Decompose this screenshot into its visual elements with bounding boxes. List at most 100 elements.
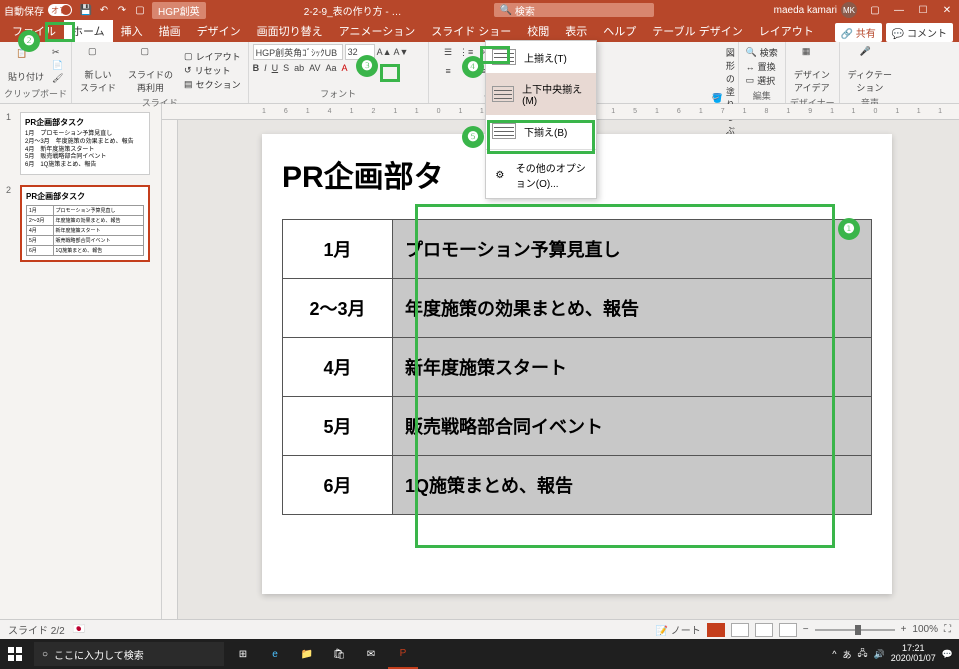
tab-animations[interactable]: アニメーション <box>331 20 424 42</box>
tab-view[interactable]: 表示 <box>557 20 595 42</box>
decrease-font-icon[interactable]: A▼ <box>394 47 409 57</box>
bullets-icon[interactable]: ☰ <box>440 44 456 60</box>
slideshow-view-icon[interactable] <box>779 623 797 637</box>
network-icon[interactable]: 🖧 <box>857 646 867 662</box>
tab-review[interactable]: 校閲 <box>519 20 557 42</box>
shadow-button[interactable]: ab <box>294 63 304 73</box>
undo-icon[interactable]: ↶ <box>98 4 110 16</box>
autosave-label: 自動保存 <box>4 3 44 18</box>
explorer-icon[interactable]: 📁 <box>292 639 322 669</box>
group-label: フォント <box>253 87 424 101</box>
reuse-slide-button[interactable]: ▢ スライドの 再利用 <box>124 44 177 96</box>
align-left-icon[interactable]: ≡ <box>440 63 456 79</box>
notifications-icon[interactable]: 💬 <box>942 649 953 660</box>
font-family-select[interactable]: HGP創英角ｺﾞｼｯｸUB <box>253 44 343 60</box>
quick-access-toolbar: 💾 ↶ ↷ ▢ <box>80 4 146 16</box>
ribbon-options-icon[interactable]: ▢ <box>867 5 883 16</box>
title-bar: 自動保存 オフ 💾 ↶ ↷ ▢ HGP創英 2-2-9_表の作り方 - … 🔍 … <box>0 0 959 20</box>
font-color-button[interactable]: A <box>341 63 347 73</box>
mic-icon: 🎤 <box>860 46 880 66</box>
start-button[interactable] <box>0 639 30 669</box>
task-view-icon[interactable]: ⊞ <box>228 639 258 669</box>
sorter-view-icon[interactable] <box>731 623 749 637</box>
avatar: MK <box>841 2 857 18</box>
slideshow-icon[interactable]: ▢ <box>134 4 146 16</box>
slide-counter[interactable]: スライド 2/2 <box>8 622 65 637</box>
tab-table-design[interactable]: テーブル デザイン <box>644 20 750 42</box>
notes-button[interactable]: 📝 ノート <box>656 622 701 637</box>
search-input[interactable]: 🔍 検索 <box>494 3 654 17</box>
paste-button[interactable]: 📋 貼り付け <box>4 46 48 85</box>
copy-icon[interactable]: 📄 <box>52 60 63 71</box>
new-slide-icon: ▢ <box>88 46 108 66</box>
callout-4 <box>480 46 510 64</box>
align-middle-item[interactable]: 上下中央揃え(M) <box>486 73 596 115</box>
file-tag[interactable]: HGP創英 <box>152 2 206 19</box>
underline-button[interactable]: U <box>272 63 279 73</box>
fit-icon[interactable]: ⛶ <box>944 624 951 635</box>
callout-5 <box>487 120 595 154</box>
design-ideas-button[interactable]: ▦デザイン アイデア <box>790 44 834 96</box>
strike-button[interactable]: S <box>283 63 289 73</box>
layout-icon: ▢ <box>184 51 193 62</box>
store-icon[interactable]: 🛍 <box>324 639 354 669</box>
spacing-button[interactable]: AV <box>309 63 320 73</box>
ruler-vertical <box>162 120 178 619</box>
section-button[interactable]: ▤セクション <box>184 78 241 91</box>
comment-button[interactable]: 💬 コメント <box>886 23 953 42</box>
minimize-icon[interactable]: — <box>891 5 907 16</box>
cut-icon[interactable]: ✂ <box>52 47 63 58</box>
tab-transitions[interactable]: 画面切り替え <box>249 20 331 42</box>
reset-button[interactable]: ↺リセット <box>184 64 241 77</box>
callout-2 <box>45 22 75 42</box>
tab-help[interactable]: ヘルプ <box>595 20 644 42</box>
share-button[interactable]: 🔗 共有 <box>835 23 882 42</box>
close-icon[interactable]: ✕ <box>939 5 955 16</box>
tab-insert[interactable]: 挿入 <box>113 20 151 42</box>
zoom-in-icon[interactable]: + <box>901 624 907 635</box>
toggle-switch[interactable]: オフ <box>48 4 72 16</box>
cortana-icon: ○ <box>42 649 48 660</box>
select-button[interactable]: ▭選択 <box>746 74 778 87</box>
powerpoint-icon[interactable]: P <box>388 639 418 669</box>
cortana-search[interactable]: ○ ここに入力して検索 <box>34 642 224 666</box>
tab-design[interactable]: デザイン <box>189 20 249 42</box>
new-slide-button[interactable]: ▢ 新しい スライド <box>76 44 120 96</box>
badge-5: ❺ <box>462 126 484 148</box>
thumbnail-2[interactable]: 2 PR企画部タスク 1月プロモーション予算見直し 2～3月年度施策の効果まとめ… <box>6 185 155 262</box>
case-button[interactable]: Aa <box>325 63 336 73</box>
redo-icon[interactable]: ↷ <box>116 4 128 16</box>
group-font: HGP創英角ｺﾞｼｯｸUB 32 A▲ A▼ B I U S ab AV Aa … <box>249 42 429 103</box>
volume-icon[interactable]: 🔊 <box>874 649 885 660</box>
normal-view-icon[interactable] <box>707 623 725 637</box>
italic-button[interactable]: I <box>264 63 267 73</box>
lang-icon[interactable]: 🇯🇵 <box>73 624 85 635</box>
ime-icon[interactable]: あ <box>842 648 851 661</box>
maximize-icon[interactable]: ☐ <box>915 5 931 16</box>
layout-button[interactable]: ▢レイアウト <box>184 50 241 63</box>
zoom-slider[interactable] <box>815 629 895 631</box>
align-other-item[interactable]: ⚙ その他のオプション(O)... <box>486 152 596 198</box>
clock[interactable]: 17:21 2020/01/07 <box>891 644 936 664</box>
user-account[interactable]: maeda kamari MK <box>774 2 857 18</box>
zoom-out-icon[interactable]: − <box>803 624 809 635</box>
save-icon[interactable]: 💾 <box>80 4 92 16</box>
reading-view-icon[interactable] <box>755 623 773 637</box>
find-button[interactable]: 🔍検索 <box>746 46 778 59</box>
increase-font-icon[interactable]: A▲ <box>377 47 392 57</box>
find-icon: 🔍 <box>746 47 757 58</box>
tab-draw[interactable]: 描画 <box>151 20 189 42</box>
bold-button[interactable]: B <box>253 63 260 73</box>
format-painter-icon[interactable]: 🖌 <box>52 73 63 84</box>
tab-layout[interactable]: レイアウト <box>751 20 822 42</box>
edge-icon[interactable]: e <box>260 639 290 669</box>
thumbnail-1[interactable]: 1 PR企画部タスク 1月 プロモーション予算見直し 2月～3月 年度施策の効果… <box>6 112 155 175</box>
replace-button[interactable]: ↔置換 <box>746 60 778 73</box>
tab-slideshow[interactable]: スライド ショー <box>423 20 519 42</box>
autosave-toggle[interactable]: 自動保存 オフ <box>4 3 72 18</box>
tray-up-icon[interactable]: ^ <box>832 649 836 659</box>
replace-icon: ↔ <box>746 62 755 72</box>
zoom-level[interactable]: 100% <box>912 624 938 635</box>
dictate-button[interactable]: 🎤ディクテー ション <box>844 44 896 96</box>
mail-icon[interactable]: ✉ <box>356 639 386 669</box>
